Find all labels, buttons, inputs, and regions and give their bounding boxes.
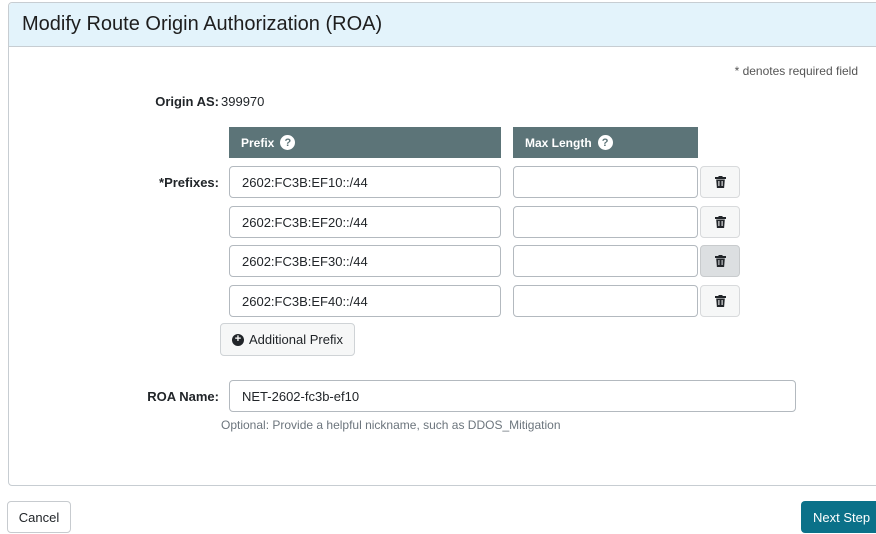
roa-name-help-text: Optional: Provide a helpful nickname, su… <box>221 418 561 432</box>
required-field-note: * denotes required field <box>734 64 858 78</box>
prefix-input[interactable] <box>229 245 501 277</box>
additional-prefix-button[interactable]: + Additional Prefix <box>220 323 355 356</box>
max-length-input[interactable] <box>513 245 698 277</box>
prefix-input[interactable] <box>229 206 501 238</box>
trash-icon <box>714 216 726 228</box>
plus-circle-icon: + <box>232 333 244 346</box>
trash-icon <box>714 255 726 267</box>
prefixes-label: *Prefixes: <box>159 175 219 190</box>
origin-as-value: 399970 <box>221 94 265 109</box>
additional-prefix-label: Additional Prefix <box>249 332 343 347</box>
page-title: Modify Route Origin Authorization (ROA) <box>22 13 383 35</box>
prefix-input[interactable] <box>229 166 501 198</box>
prefix-input[interactable] <box>229 285 501 317</box>
trash-icon <box>714 176 726 188</box>
max-length-help-icon[interactable]: ? <box>597 135 613 150</box>
prefix-column-header: Prefix ? <box>229 127 501 158</box>
trash-icon <box>714 295 726 307</box>
prefix-help-icon[interactable]: ? <box>280 135 296 150</box>
next-step-button[interactable]: Next Step <box>801 501 876 533</box>
max-length-input[interactable] <box>513 166 698 198</box>
delete-prefix-button[interactable] <box>700 245 740 277</box>
delete-prefix-button[interactable] <box>700 206 740 238</box>
panel-header: Modify Route Origin Authorization (ROA) <box>9 3 876 47</box>
max-length-column-header: Max Length ? <box>513 127 698 158</box>
delete-prefix-button[interactable] <box>700 285 740 317</box>
max-length-input[interactable] <box>513 285 698 317</box>
max-length-input[interactable] <box>513 206 698 238</box>
roa-name-input[interactable] <box>229 380 796 412</box>
delete-prefix-button[interactable] <box>700 166 740 198</box>
roa-name-label: ROA Name: <box>147 389 219 404</box>
cancel-button[interactable]: Cancel <box>7 501 71 533</box>
prefix-column-label: Prefix <box>241 135 275 150</box>
origin-as-label: Origin AS: <box>155 94 219 109</box>
max-length-column-label: Max Length <box>525 135 592 150</box>
